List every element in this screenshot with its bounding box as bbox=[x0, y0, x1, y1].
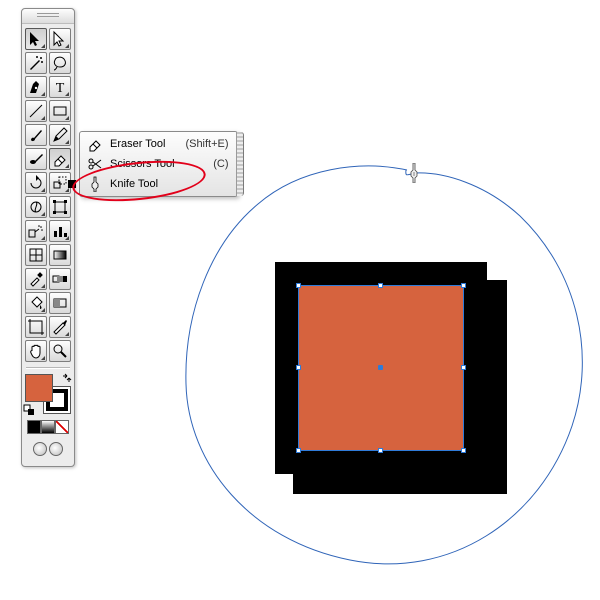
knife-icon bbox=[86, 175, 104, 193]
artwork-group bbox=[275, 262, 507, 494]
flyout-item-eraser[interactable]: Eraser Tool (Shift+E) bbox=[80, 134, 237, 154]
resize-handle-bl[interactable] bbox=[296, 448, 301, 453]
resize-handle-tm[interactable] bbox=[378, 283, 383, 288]
scissors-icon bbox=[86, 155, 104, 173]
resize-handle-tl[interactable] bbox=[296, 283, 301, 288]
flyout-selected-marker bbox=[68, 180, 76, 188]
flyout-item-shortcut: (C) bbox=[213, 158, 228, 170]
resize-handle-bm[interactable] bbox=[378, 448, 383, 453]
eraser-tool-flyout: Eraser Tool (Shift+E) Scissors Tool (C) … bbox=[79, 131, 238, 197]
selection-center bbox=[378, 365, 383, 370]
flyout-item-label: Eraser Tool bbox=[110, 138, 165, 150]
resize-handle-tr[interactable] bbox=[461, 283, 466, 288]
flyout-tearoff-handle[interactable] bbox=[236, 132, 244, 196]
knife-cursor-icon bbox=[407, 163, 421, 183]
flyout-item-label: Knife Tool bbox=[110, 178, 209, 190]
resize-handle-ml[interactable] bbox=[296, 365, 301, 370]
canvas-area[interactable] bbox=[0, 0, 600, 600]
eraser-icon bbox=[86, 135, 104, 153]
orange-square-selection bbox=[299, 286, 463, 450]
flyout-item-knife[interactable]: Knife Tool bbox=[80, 174, 237, 194]
flyout-item-scissors[interactable]: Scissors Tool (C) bbox=[80, 154, 237, 174]
resize-handle-br[interactable] bbox=[461, 448, 466, 453]
flyout-item-shortcut: (Shift+E) bbox=[185, 138, 228, 150]
resize-handle-mr[interactable] bbox=[461, 365, 466, 370]
flyout-item-label: Scissors Tool bbox=[110, 158, 193, 170]
